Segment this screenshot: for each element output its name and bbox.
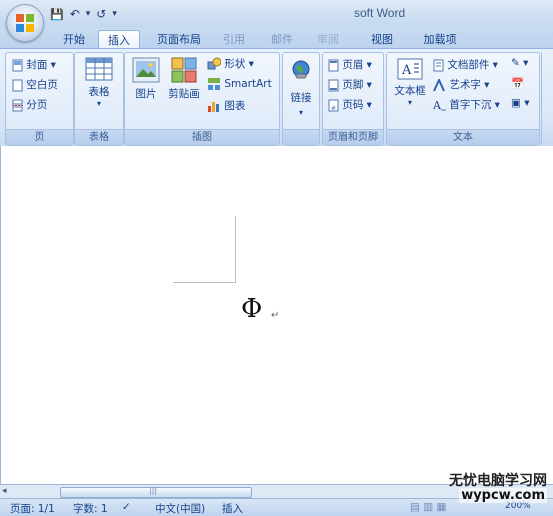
phi-symbol: Φ [241, 294, 263, 324]
quick-parts-button[interactable]: 文档部件 ▾ [433, 57, 498, 72]
status-words[interactable]: 字数: 1 [73, 501, 108, 516]
title-bar: 💾 ↶ ▾ ↺ ▾ soft Word [0, 0, 553, 27]
svg-text:A: A [401, 63, 412, 78]
scroll-left-icon[interactable]: ◂ [2, 486, 7, 496]
tab-view[interactable]: 视图 [362, 30, 402, 49]
ribbon: 封面 ▾ 空白页 分页 页 表格 ▾ 表格 图片 剪贴画 形状 ▾ SmartA… [0, 48, 553, 148]
ribbon-edge [541, 52, 553, 144]
header-button[interactable]: 页眉 ▾ [328, 57, 372, 72]
margin-corner-marker [235, 216, 236, 282]
cover-page-icon [12, 59, 23, 71]
redo-icon[interactable]: ↺ [96, 7, 106, 21]
wordart-icon [433, 78, 445, 91]
drop-cap-icon: A [433, 99, 446, 112]
textbox-button[interactable]: A 文本框 ▾ [391, 58, 429, 107]
shapes-icon [207, 57, 221, 70]
chart-button[interactable]: 图表 [207, 98, 245, 113]
group-text: A 文本框 ▾ 文档部件 ▾ 艺术字 ▾ A 首字下沉 ▾ ✎ ▾ 📅 ▣ ▾ … [386, 52, 540, 146]
scroll-thumb[interactable]: ||| [60, 486, 252, 498]
group-links: 链接 ▾ [282, 52, 320, 146]
date-time-icon[interactable]: 📅 [511, 77, 524, 90]
tab-insert[interactable]: 插入 [98, 30, 140, 50]
tab-references[interactable]: 引用 [214, 30, 254, 49]
tab-page-layout[interactable]: 页面布局 [150, 30, 208, 49]
ribbon-tabs: 开始 插入 页面布局 引用 邮件 审阅 视图 加载项 [0, 27, 553, 50]
office-button[interactable] [6, 4, 44, 42]
quick-access-toolbar: 💾 ↶ ▾ ↺ ▾ [50, 5, 117, 23]
view-buttons-icon[interactable]: ▤ ▥ ▦ [410, 501, 446, 513]
chart-icon [208, 102, 219, 112]
spellcheck-icon[interactable]: ✓ [122, 501, 131, 513]
globe-link-icon [292, 60, 310, 79]
picture-icon [132, 57, 160, 83]
blank-page-button[interactable]: 空白页 [12, 77, 58, 92]
smartart-icon [208, 78, 220, 90]
page-number-button[interactable]: # 页码 ▾ [328, 97, 372, 112]
blank-page-icon [12, 79, 23, 91]
tab-mailings[interactable]: 邮件 [262, 30, 302, 49]
group-label-table: 表格 [75, 129, 123, 145]
svg-text:#: # [331, 105, 336, 112]
drop-cap-button[interactable]: A 首字下沉 ▾ [433, 97, 500, 112]
tab-home[interactable]: 开始 [54, 30, 94, 49]
clipart-button[interactable]: 剪贴画 [165, 57, 203, 101]
group-label-header-footer: 页眉和页脚 [323, 129, 383, 145]
group-table: 表格 ▾ 表格 [74, 52, 124, 146]
status-mode[interactable]: 插入 [222, 501, 243, 516]
tab-addins[interactable]: 加载项 [414, 30, 466, 49]
group-pages: 封面 ▾ 空白页 分页 页 [5, 52, 74, 146]
shapes-button[interactable]: 形状 ▾ [207, 56, 254, 71]
signature-line-icon[interactable]: ✎ ▾ [511, 57, 528, 69]
tab-review[interactable]: 审阅 [308, 30, 348, 49]
group-label-illustrations: 插图 [125, 129, 279, 145]
quick-parts-icon [433, 59, 444, 71]
object-icon[interactable]: ▣ ▾ [511, 97, 530, 109]
picture-button[interactable]: 图片 [129, 57, 163, 101]
watermark-line1: 无忧电脑学习网 [449, 473, 547, 489]
page-break-icon [12, 99, 23, 111]
page-number-icon: # [328, 99, 339, 112]
document-area[interactable]: Φ ↵ [0, 146, 553, 484]
status-page[interactable]: 页面: 1/1 [10, 501, 55, 516]
dropdown-icon[interactable]: ▾ [86, 9, 91, 19]
table-button[interactable]: 表格 ▾ [81, 57, 117, 108]
undo-icon[interactable]: ↶ [70, 7, 80, 21]
paragraph-mark: ↵ [271, 310, 280, 321]
header-icon [328, 59, 339, 71]
group-illustrations: 图片 剪贴画 形状 ▾ SmartArt 图表 插图 [124, 52, 280, 146]
wordart-button[interactable]: 艺术字 ▾ [433, 77, 489, 92]
footer-icon [328, 79, 339, 91]
group-label-pages: 页 [6, 129, 73, 145]
links-button[interactable]: 链接 ▾ [286, 59, 316, 117]
smartart-button[interactable]: SmartArt [207, 77, 272, 91]
group-label-links [283, 129, 319, 145]
cover-page-button[interactable]: 封面 ▾ [12, 57, 56, 72]
margin-corner-marker-h [173, 282, 236, 283]
window-title: soft Word [354, 6, 406, 20]
footer-button[interactable]: 页脚 ▾ [328, 77, 372, 92]
office-logo-icon [16, 14, 34, 32]
group-header-footer: 页眉 ▾ 页脚 ▾ # 页码 ▾ 页眉和页脚 [322, 52, 384, 146]
save-icon[interactable]: 💾 [50, 8, 64, 21]
watermark-line2: wypcw.com [459, 488, 547, 503]
svg-text:A: A [433, 99, 442, 112]
textbox-icon: A [397, 58, 423, 80]
group-label-text: 文本 [387, 129, 539, 145]
table-icon [85, 57, 113, 81]
status-language[interactable]: 中文(中国) [155, 501, 205, 516]
customize-icon[interactable]: ▾ [112, 9, 117, 19]
page-break-button[interactable]: 分页 [12, 97, 47, 112]
clipart-icon [171, 57, 197, 83]
